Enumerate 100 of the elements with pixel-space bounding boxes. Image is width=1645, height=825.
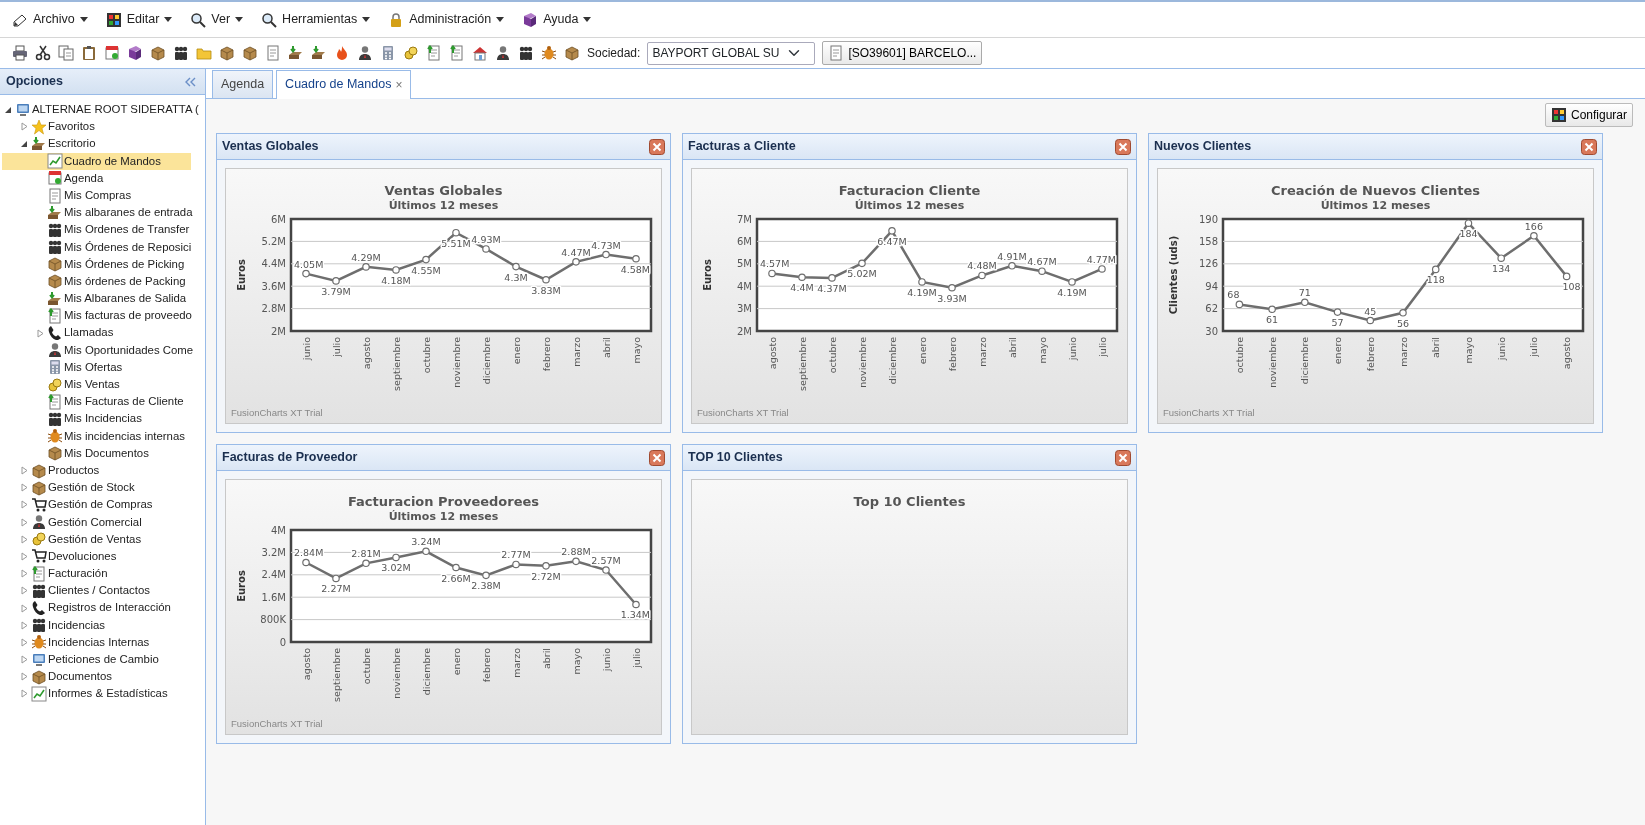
tree-row[interactable]: Mis Ventas — [2, 376, 205, 394]
collapse-icon[interactable] — [184, 76, 197, 87]
category-label: mayo — [630, 336, 641, 364]
tree-row[interactable]: Incidencias — [2, 616, 205, 634]
close-icon[interactable] — [649, 138, 665, 155]
tree-toggle-icon[interactable] — [20, 672, 28, 682]
tree-row[interactable]: Favoritos — [2, 118, 205, 136]
box-icon[interactable] — [564, 45, 580, 61]
tree-row[interactable]: Gestión de Stock — [2, 479, 205, 497]
item-label: Gestión de Ventas — [48, 531, 142, 547]
tree-toggle-icon[interactable] — [20, 603, 28, 613]
tree-toggle-icon[interactable] — [20, 620, 28, 630]
menu-item[interactable]: Archivo — [8, 8, 92, 31]
tree-toggle-icon[interactable] — [20, 655, 28, 665]
company-select[interactable]: BAYPORT GLOBAL SU — [647, 41, 816, 65]
tree-row[interactable]: Gestión de Ventas — [2, 530, 205, 548]
menu-item[interactable]: Herramientas — [257, 8, 375, 31]
tree-row[interactable]: Facturación — [2, 565, 205, 583]
tree-toggle-icon[interactable] — [20, 483, 28, 493]
close-icon[interactable] — [1115, 138, 1131, 155]
tree-row[interactable]: Incidencias Internas — [2, 633, 205, 651]
configure-button[interactable]: Configurar — [1544, 103, 1633, 127]
chart-title: Facturacion Cliente — [838, 183, 981, 199]
tab-close-button[interactable]: × — [395, 75, 403, 94]
box-icon[interactable] — [150, 45, 166, 61]
tree-row[interactable]: Cuadro de Mandos — [2, 152, 191, 170]
tree-row[interactable]: Documentos — [2, 668, 205, 686]
bug-icon[interactable] — [541, 45, 557, 61]
data-point — [887, 226, 896, 235]
close-icon[interactable] — [649, 449, 665, 466]
tree-row[interactable]: ALTERNAE ROOT SIDERATTA ( — [2, 101, 205, 119]
menu-item[interactable]: Administración — [384, 8, 509, 31]
tree-row[interactable]: Mis órdenes de Packing — [2, 272, 205, 291]
tree-row[interactable]: Devoluciones — [2, 547, 205, 566]
coins-icon[interactable] — [403, 45, 419, 61]
tree-row[interactable]: Mis Ofertas — [2, 358, 205, 376]
close-icon[interactable] — [1115, 449, 1131, 466]
tree-toggle-icon[interactable] — [36, 328, 44, 338]
clipboard-icon[interactable] — [81, 45, 97, 61]
tree-row[interactable]: Registros de Interacción — [2, 599, 205, 617]
item-label: Mis Facturas de Cliente — [64, 394, 184, 410]
item-label: Mis Ordenes de Transfer — [64, 222, 190, 238]
tray-arrow-icon[interactable] — [311, 45, 327, 61]
tree-row[interactable]: Mis Ordenes de Transfer — [2, 221, 205, 239]
tree-toggle-icon[interactable] — [4, 105, 12, 114]
scissors-icon[interactable] — [35, 45, 51, 61]
value-label: 4.18M — [380, 274, 411, 286]
tree-row[interactable]: Mis Compras — [2, 186, 205, 205]
tree-row[interactable]: Llamadas — [2, 324, 205, 342]
tree-row[interactable]: Mis facturas de proveedo — [2, 307, 205, 325]
printer-icon[interactable] — [12, 45, 28, 61]
tree-toggle-icon[interactable] — [20, 637, 28, 647]
tree-row[interactable]: Mis Oportunidades Come — [2, 341, 205, 359]
calculator-icon[interactable] — [380, 45, 396, 61]
tree-toggle-icon[interactable] — [20, 551, 28, 561]
tree-row[interactable]: Peticiones de Cambio — [2, 651, 205, 669]
tree-toggle-icon[interactable] — [20, 122, 28, 132]
tree-row[interactable]: Gestión Comercial — [2, 513, 205, 531]
tree-row[interactable]: Mis Incidencias — [2, 410, 205, 428]
tree-toggle-icon[interactable] — [20, 569, 28, 579]
house-icon[interactable] — [472, 45, 488, 61]
box-icon[interactable] — [242, 45, 258, 61]
tree-row[interactable]: Mis Órdenes de Picking — [2, 255, 205, 273]
tray-arrow-icon[interactable] — [288, 45, 304, 61]
menu-item[interactable]: Editar — [101, 8, 177, 31]
tree-toggle-icon[interactable] — [20, 517, 28, 527]
box-icon[interactable] — [219, 45, 235, 61]
tree-toggle-icon[interactable] — [20, 586, 28, 596]
tree-row[interactable]: Escritorio — [2, 135, 205, 153]
person-icon[interactable] — [495, 45, 511, 61]
close-icon[interactable] — [1581, 138, 1597, 155]
tree-row[interactable]: Mis Facturas de Cliente — [2, 393, 205, 411]
tree-row[interactable]: Mis albaranes de entrada — [2, 204, 205, 222]
category-label: abril — [1429, 336, 1441, 358]
tree-row[interactable]: Gestión de Compras — [2, 496, 205, 514]
tree-row[interactable]: Agenda — [2, 169, 205, 187]
tree-row[interactable]: Mis Órdenes de Reposici — [2, 238, 205, 256]
panel-title: Facturas a Cliente — [688, 138, 796, 156]
folder-icon[interactable] — [196, 45, 212, 61]
tree-toggle-icon[interactable] — [20, 534, 28, 544]
tree-toggle-icon[interactable] — [20, 466, 28, 476]
flame-icon[interactable] — [334, 45, 350, 61]
calendar-icon[interactable] — [104, 45, 120, 61]
tree-row[interactable]: Informes & Estadísticas — [2, 685, 205, 703]
tab[interactable]: Cuadro de Mandos × — [276, 70, 412, 99]
tree-row[interactable]: Mis Albaranes de Salida — [2, 290, 205, 308]
tree-toggle-icon[interactable] — [20, 689, 28, 699]
tab[interactable]: Agenda — [212, 70, 274, 98]
tree-row[interactable]: Mis incidencias internas — [2, 427, 205, 445]
tree-row[interactable]: Productos — [2, 461, 205, 480]
tree-row[interactable]: Mis Documentos — [2, 444, 205, 462]
tree-row[interactable]: Clientes / Contactos — [2, 582, 205, 600]
tree-toggle-icon[interactable] — [20, 139, 28, 148]
menu-item[interactable]: Ver — [186, 8, 248, 31]
person-icon[interactable] — [357, 45, 373, 61]
copy-icon[interactable] — [58, 45, 74, 61]
value-label: 4.19M — [906, 286, 937, 298]
menu-item[interactable]: Ayuda — [518, 8, 596, 31]
tree-toggle-icon[interactable] — [20, 500, 28, 510]
document-button[interactable]: [SO39601] BARCELO... — [822, 41, 983, 65]
